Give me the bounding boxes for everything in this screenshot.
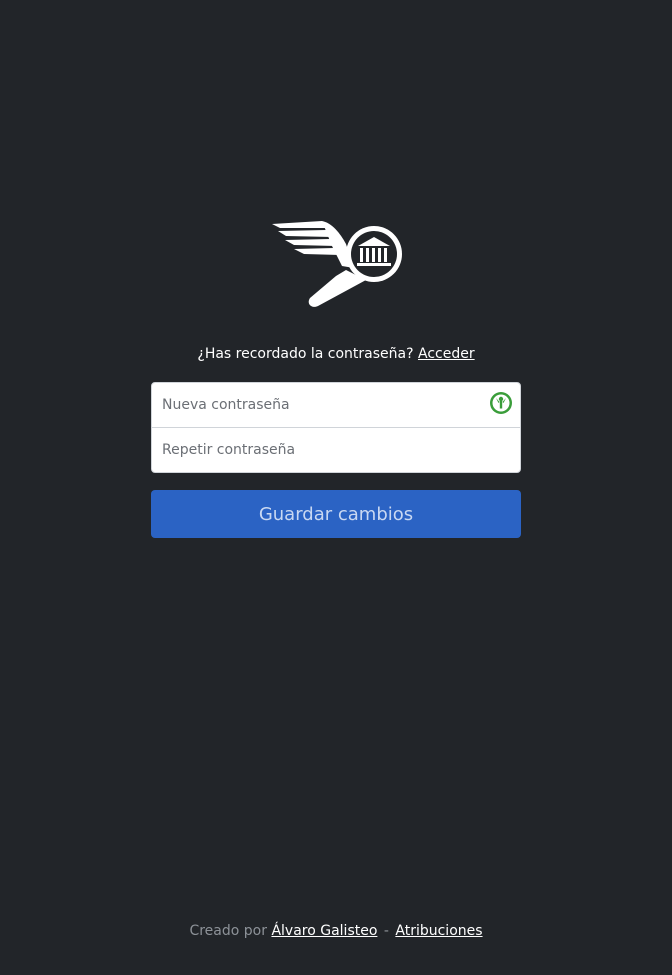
- new-password-field[interactable]: [162, 397, 472, 413]
- login-prompt-question: ¿Has recordado la contraseña?: [197, 346, 414, 362]
- save-changes-button[interactable]: Guardar cambios: [151, 490, 521, 538]
- attributions-link[interactable]: Atribuciones: [395, 923, 482, 939]
- reset-password-page: ¿Has recordado la contraseña? Acceder Gu…: [0, 0, 672, 975]
- author-link[interactable]: Álvaro Galisteo: [271, 923, 377, 939]
- footer-separator: -: [383, 923, 389, 939]
- footer-created-by: Creado por: [189, 923, 267, 939]
- login-prompt: ¿Has recordado la contraseña? Acceder: [0, 344, 672, 364]
- footer: Creado por Álvaro Galisteo - Atribucione…: [0, 921, 672, 941]
- winged-magnifier-museum-icon: [272, 221, 402, 307]
- repeat-password-field[interactable]: [162, 442, 472, 458]
- password-manager-icon[interactable]: [489, 391, 513, 415]
- repeat-password-row: [152, 427, 520, 472]
- new-password-row: [152, 383, 520, 427]
- password-form: [151, 382, 521, 473]
- login-link[interactable]: Acceder: [418, 346, 475, 362]
